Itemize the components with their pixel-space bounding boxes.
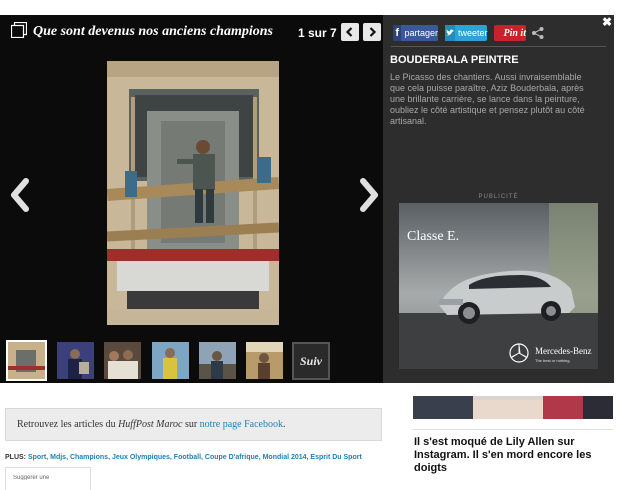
promo-publication: HuffPost Maroc	[118, 419, 183, 430]
gallery-icon	[11, 22, 27, 38]
slide-info-pane: f partager tweeter Pin it ✖ BOUDERBALA P…	[383, 15, 614, 383]
facebook-page-link[interactable]: notre page Facebook	[200, 419, 283, 430]
slide-photo	[107, 61, 279, 325]
thumbnail-2[interactable]	[57, 342, 94, 379]
thumbnail-5[interactable]	[199, 342, 236, 379]
twitter-bird-icon	[445, 25, 455, 41]
facebook-promo-text: Retrouvez les articles du HuffPost Maroc…	[17, 419, 285, 430]
slide-caption-text: Le Picasso des chantiers. Aussi invraise…	[390, 72, 585, 126]
mercedes-star-icon	[509, 343, 529, 363]
ad-tagline: The best or nothing.	[535, 358, 571, 363]
advertisement[interactable]: Classe E. Mercedes-Benz The best or noth…	[399, 203, 598, 369]
thumbnail-3[interactable]	[104, 342, 141, 379]
pinterest-share-button[interactable]: Pin it	[494, 25, 526, 41]
twitter-share-button[interactable]: tweeter	[445, 25, 488, 41]
chevron-right-icon	[360, 178, 378, 212]
plus-label: PLUS:	[5, 454, 26, 461]
suggest-box-text: Suggérer une	[13, 475, 50, 480]
chevron-right-icon	[369, 27, 377, 37]
promo-suffix: .	[282, 419, 286, 430]
prev-slide-button[interactable]	[341, 23, 359, 41]
ad-brand: Mercedes-Benz	[535, 346, 592, 356]
slideshow-photo-pane: Que sont devenus nos anciens champions 1…	[0, 15, 383, 383]
thumbnail-4[interactable]	[152, 342, 189, 379]
facebook-icon: f	[393, 25, 402, 41]
ad-headline: Classe E.	[407, 229, 460, 244]
ad-label: PUBLICITÉ	[478, 194, 519, 200]
next-thumbnails-button[interactable]: Suiv	[292, 342, 330, 380]
slide-counter: 1 sur 7	[298, 26, 337, 40]
share-icon[interactable]	[531, 26, 545, 40]
plus-tags-links[interactable]: Sport, Mdjs, Champions, Jeux Olympiques,…	[28, 454, 362, 461]
sidebar-article-headline[interactable]: Il s'est moqué de Lily Allen sur Instagr…	[414, 436, 612, 475]
chevron-left-icon	[11, 178, 29, 212]
thumbnail-6[interactable]	[246, 342, 283, 379]
twitter-share-label: tweeter	[458, 28, 488, 38]
thumbnail-1[interactable]	[6, 340, 47, 381]
pinterest-icon	[494, 25, 501, 41]
sidebar-article-image[interactable]	[413, 396, 613, 419]
promo-prefix: Retrouvez les articles du	[17, 419, 119, 430]
facebook-promo-box: Retrouvez les articles du HuffPost Maroc…	[5, 408, 382, 441]
slideshow-title: Que sont devenus nos anciens champions	[33, 24, 273, 39]
suggest-box[interactable]: Suggérer une	[5, 467, 91, 490]
big-prev-arrow[interactable]	[5, 175, 35, 215]
plus-tags-row: PLUS: Sport, Mdjs, Champions, Jeux Olymp…	[5, 454, 362, 461]
divider	[413, 429, 613, 430]
slideshow-overlay: Que sont devenus nos anciens champions 1…	[0, 15, 614, 383]
divider	[391, 46, 606, 47]
close-icon[interactable]: ✖	[602, 16, 612, 28]
slide-caption-title: BOUDERBALA PEINTRE	[390, 54, 519, 66]
big-next-arrow[interactable]	[354, 175, 384, 215]
next-slide-button[interactable]	[363, 23, 381, 41]
facebook-share-label: partager	[404, 28, 438, 38]
promo-middle: sur	[182, 419, 200, 430]
facebook-share-button[interactable]: f partager	[393, 25, 438, 41]
chevron-left-icon	[345, 27, 353, 37]
pinterest-share-label: Pin it	[503, 27, 526, 39]
page: Que sont devenus nos anciens champions 1…	[0, 0, 620, 490]
